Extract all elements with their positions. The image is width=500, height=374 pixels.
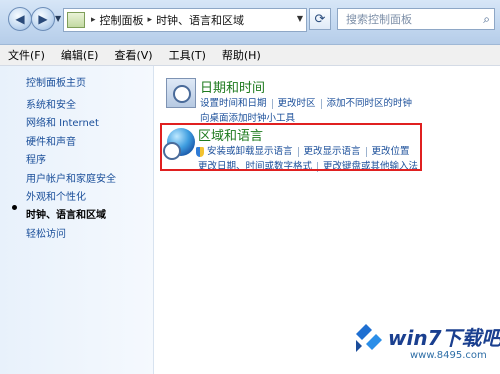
control-panel-icon: [67, 12, 85, 28]
sidebar-home-link[interactable]: 控制面板主页: [26, 74, 86, 89]
sidebar-item-ease-of-access[interactable]: 轻松访问: [26, 226, 116, 244]
sidebar: 控制面板主页 系统和安全 网络和 Internet 硬件和声音 程序 用户帐户和…: [0, 66, 154, 374]
address-dropdown-icon[interactable]: ▼: [297, 14, 303, 23]
back-button[interactable]: ◀: [8, 7, 32, 31]
sidebar-item-system-security[interactable]: 系统和安全: [26, 97, 116, 115]
sidebar-item-appearance[interactable]: 外观和个性化: [26, 189, 116, 207]
forward-arrow-icon: ▶: [38, 12, 48, 26]
address-bar[interactable]: ▸ 控制面板 ▸ 时钟、语言和区域 ▼: [63, 8, 307, 32]
windows-logo-icon: [356, 324, 382, 352]
watermark: win7下载吧 www.8495.com: [350, 316, 500, 374]
breadcrumb-chevron-icon[interactable]: ▸: [148, 15, 153, 25]
link-divider: [320, 98, 322, 109]
breadcrumb-control-panel[interactable]: 控制面板: [100, 12, 144, 28]
sidebar-item-clock-language-region: 时钟、语言和区域: [26, 210, 106, 222]
menu-bar: 文件(F) 编辑(E) 查看(V) 工具(T) 帮助(H): [0, 45, 500, 66]
title-bar: ◀ ▶ ▼ ▸ 控制面板 ▸ 时钟、语言和区域 ▼ ⟳ 搜索控制面板 ⌕: [0, 0, 500, 45]
link-divider: [271, 98, 273, 109]
search-placeholder: 搜索控制面板: [346, 13, 412, 26]
menu-file[interactable]: 文件(F): [0, 47, 53, 63]
category-title-date-time[interactable]: 日期和时间: [200, 77, 265, 96]
menu-view[interactable]: 查看(V): [106, 47, 160, 63]
back-arrow-icon: ◀: [15, 12, 25, 26]
date-time-icon[interactable]: [166, 78, 196, 108]
menu-help[interactable]: 帮助(H): [214, 47, 269, 63]
highlight-box: [160, 123, 422, 171]
link-set-time-date[interactable]: 设置时间和日期: [200, 98, 267, 109]
recent-pages-dropdown-icon[interactable]: ▼: [55, 14, 61, 23]
link-change-timezone[interactable]: 更改时区: [278, 98, 316, 109]
search-icon[interactable]: ⌕: [483, 12, 490, 27]
sidebar-item-user-accounts[interactable]: 用户帐户和家庭安全: [26, 171, 116, 189]
menu-tools[interactable]: 工具(T): [161, 47, 214, 63]
current-item-bullet-icon: [12, 205, 17, 210]
link-add-clocks[interactable]: 添加不同时区的时钟: [327, 98, 413, 109]
refresh-icon: ⟳: [314, 12, 326, 27]
refresh-button[interactable]: ⟳: [309, 8, 331, 30]
watermark-brand: win7下载吧: [388, 326, 500, 350]
sidebar-list: 系统和安全 网络和 Internet 硬件和声音 程序 用户帐户和家庭安全 外观…: [26, 97, 116, 244]
sidebar-item-hardware-sound[interactable]: 硬件和声音: [26, 134, 116, 152]
date-time-links-row2: 向桌面添加时钟小工具: [200, 110, 295, 124]
search-input[interactable]: 搜索控制面板 ⌕: [337, 8, 495, 30]
sidebar-item-programs[interactable]: 程序: [26, 152, 116, 170]
date-time-links: 设置时间和日期 更改时区 添加不同时区的时钟: [200, 95, 412, 109]
watermark-url: www.8495.com: [410, 350, 487, 361]
forward-button[interactable]: ▶: [31, 7, 55, 31]
menu-edit[interactable]: 编辑(E): [53, 47, 107, 63]
sidebar-item-network-internet[interactable]: 网络和 Internet: [26, 115, 116, 133]
breadcrumb-chevron-icon[interactable]: ▸: [91, 15, 96, 25]
breadcrumb-clock-language-region[interactable]: 时钟、语言和区域: [156, 12, 244, 28]
